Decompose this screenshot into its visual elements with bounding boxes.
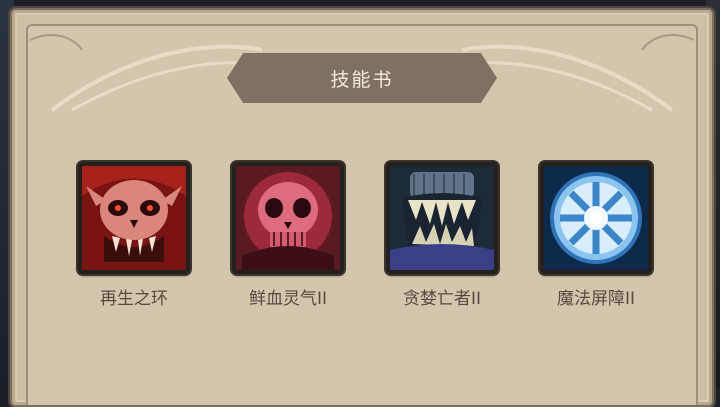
skill-icon-frame <box>540 162 652 274</box>
panel-title: 技能书 <box>330 68 394 91</box>
skill-item-greedy-undead[interactable]: 贪婪亡者II <box>367 162 517 309</box>
skill-item-magic-barrier[interactable]: 魔法屏障II <box>521 162 671 309</box>
skill-item-blood-aura[interactable]: 鲜血灵气II <box>213 162 363 309</box>
skill-name: 魔法屏障II <box>556 289 636 309</box>
skill-name: 贪婪亡者II <box>402 289 482 309</box>
skill-list: 再生之环 鲜血灵气II 贪婪亡者II 魔法屏障II <box>0 162 720 332</box>
skill-icon-frame <box>78 162 190 274</box>
skill-name: 再生之环 <box>100 289 168 309</box>
skill-icon-frame <box>232 162 344 274</box>
skill-icon-frame <box>386 162 498 274</box>
red-skull-fangs-icon <box>82 166 186 270</box>
undead-maw-icon <box>390 166 494 270</box>
magic-shield-wheel-icon <box>544 166 648 270</box>
pink-skull-icon <box>236 166 340 270</box>
skill-item-regeneration-ring[interactable]: 再生之环 <box>59 162 209 309</box>
panel-title-bar: 技能书 <box>227 53 497 103</box>
skill-name: 鲜血灵气II <box>248 289 328 309</box>
